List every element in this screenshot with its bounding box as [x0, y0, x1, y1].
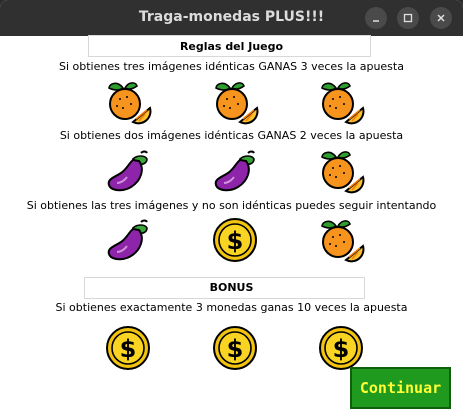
coin-icon: [210, 216, 260, 264]
orange-icon: [316, 78, 366, 126]
titlebar[interactable]: Traga-monedas PLUS!!!: [0, 0, 463, 36]
coin-icon: [316, 324, 366, 372]
bonus-rule-text: Si obtienes exactamente 3 monedas ganas …: [55, 301, 408, 314]
minimize-button[interactable]: [365, 7, 387, 29]
eggplant-icon: [210, 147, 260, 195]
bonus-heading: BONUS: [209, 281, 254, 294]
orange-icon: [210, 78, 260, 126]
rule-text-not-identical: Si obtienes las tres imágenes y no son i…: [26, 199, 437, 212]
orange-icon: [103, 78, 153, 126]
minimize-icon: [373, 20, 379, 22]
eggplant-icon: [103, 147, 153, 195]
rule-text-two-identical: Si obtienes dos imágenes idénticas GANAS…: [59, 129, 404, 142]
eggplant-icon: [103, 216, 153, 264]
orange-icon: [316, 216, 366, 264]
rule-text-three-identical: Si obtienes tres imágenes idénticas GANA…: [59, 60, 404, 73]
rules-panel: Reglas del Juego Si obtienes tres imágen…: [0, 35, 463, 419]
maximize-button[interactable]: [397, 7, 419, 29]
window-title: Traga-monedas PLUS!!!: [138, 9, 325, 25]
continue-button[interactable]: Continuar: [350, 367, 451, 409]
close-button[interactable]: [430, 7, 452, 29]
orange-icon: [316, 147, 366, 195]
maximize-icon: [403, 13, 413, 23]
coin-icon: [210, 324, 260, 372]
app-window: Traga-monedas PLUS!!! Reglas del Juego S…: [0, 0, 463, 419]
rules-heading: Reglas del Juego: [179, 40, 284, 53]
close-icon: [437, 14, 445, 22]
coin-icon: [103, 324, 153, 372]
